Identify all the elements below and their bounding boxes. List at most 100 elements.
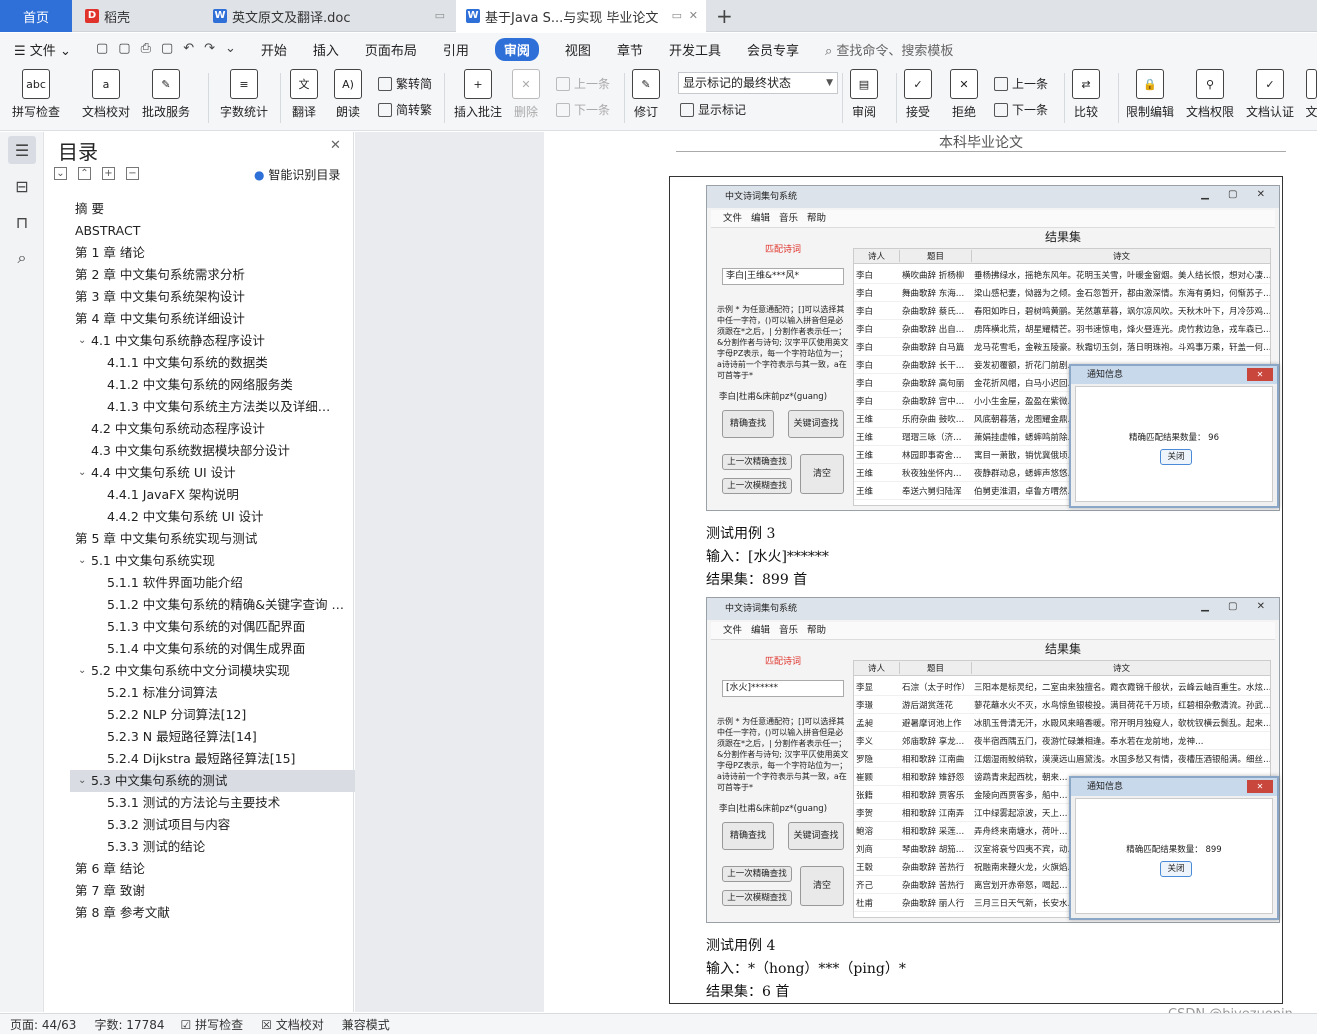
table-row[interactable]: 李义 郊庙歌辞 享龙… 夜半宿西隅五门，夜游忙碌兼相逢。奉水若在龙前地，龙神…: [854, 732, 1270, 750]
toc-icon[interactable]: ☰: [8, 136, 36, 164]
translate-button[interactable]: 文翻译: [290, 69, 318, 120]
doc-cert-button[interactable]: ✓ 文档认证: [1246, 69, 1294, 120]
outline-icon[interactable]: ⊟: [8, 172, 36, 200]
table-row[interactable]: 李白 杂曲歌辞 白马篇 龙马花雪毛，金鞍五陵豪。秋霜切玉剑，落日明珠袍。斗鸡事万乘，…: [854, 338, 1270, 356]
table-row[interactable]: 李显 石淙（太子时作） 三阳本是标灵纪，二室由来独擅名。霞衣霞锦千般状，云峰云岫百重…: [854, 678, 1270, 696]
clear-button[interactable]: 清空: [800, 866, 844, 906]
menu-layout[interactable]: 页面布局: [365, 40, 417, 59]
new-tab-icon[interactable]: +: [716, 4, 733, 28]
next-change-button[interactable]: 下一条: [994, 101, 1048, 118]
toc-item[interactable]: ⌄第 4 章 中文集句系统详细设计: [70, 308, 366, 330]
toc-item[interactable]: ›第 1 章 绪论: [70, 242, 366, 264]
toc-item[interactable]: ›第 3 章 中文集句系统架构设计: [70, 286, 366, 308]
prev-fuzzy-button[interactable]: 上一次模糊查找: [722, 890, 792, 906]
dialog-close-button[interactable]: 关闭: [1160, 449, 1192, 465]
insert-comment-button[interactable]: + 插入批注: [454, 69, 502, 120]
keyword-search-button[interactable]: 关键词查找: [788, 410, 844, 438]
toc-item[interactable]: ⌄ 5.1 中文集句系统实现: [70, 550, 366, 572]
chevron-down-icon[interactable]: ⌄: [78, 660, 86, 682]
exact-search-button[interactable]: 精确查找: [722, 410, 774, 438]
toc-item[interactable]: 5.1.4 中文集句系统的对偶生成界面: [70, 638, 366, 660]
toc-item[interactable]: ›第 2 章 中文集句系统需求分析: [70, 264, 366, 286]
quick-access-icons[interactable]: ▢▢⎙▢↶↷⌄: [96, 41, 246, 56]
menu-member[interactable]: 会员专享: [747, 40, 799, 59]
search-icon[interactable]: ⌕: [8, 244, 36, 272]
menu-insert[interactable]: 插入: [313, 40, 339, 59]
review-pane-button[interactable]: ▤ 审阅: [850, 69, 878, 120]
column-header[interactable]: 诗人: [854, 250, 900, 262]
table-row[interactable]: 李白 杂曲歌辞 出自… 虏阵横北荒，胡星耀精芒。羽书速惊电，烽火昼连光。虎竹救边急，…: [854, 320, 1270, 338]
toc-item[interactable]: 5.1.3 中文集句系统的对偶匹配界面: [70, 616, 366, 638]
toc-item[interactable]: ⌄ 5.2 中文集句系统中文分词模块实现: [70, 660, 366, 682]
file-menu[interactable]: ☰ 文件 ⌄: [14, 40, 71, 59]
status-spell-check[interactable]: ☑ 拼写检查: [181, 1016, 244, 1033]
query-input[interactable]: 李白|王维&***风*: [722, 268, 844, 285]
restrict-edit-button[interactable]: 🔒 限制编辑: [1126, 69, 1174, 120]
toc-item[interactable]: 5.2.4 Dijkstra 最短路径算法[15]: [70, 748, 366, 770]
toc-item[interactable]: ⌄ 4.1 中文集句系统静态程序设计: [70, 330, 366, 352]
toc-item[interactable]: 4.1.2 中文集句系统的网络服务类: [70, 374, 366, 396]
prev-exact-button[interactable]: 上一次精确查找: [722, 866, 792, 882]
command-search[interactable]: ⌕ 查找命令、搜索模板: [825, 40, 953, 59]
close-icon[interactable]: ✕: [330, 138, 341, 153]
keyword-search-button[interactable]: 关键词查找: [788, 822, 844, 850]
next-comment-button[interactable]: 下一条: [556, 101, 610, 118]
ribbon-overflow[interactable]: 文: [1306, 69, 1317, 120]
toc-item[interactable]: 5.3.3 测试的结论: [70, 836, 366, 858]
toc-item[interactable]: ⌄ 5.3 中文集句系统的测试: [70, 770, 366, 792]
expand-icon[interactable]: +: [102, 167, 115, 180]
toc-item[interactable]: 4.3 中文集句系统数据模块部分设计: [70, 440, 366, 462]
toc-item[interactable]: 5.1.2 中文集句系统的精确&关键字查询 …: [70, 594, 366, 616]
chevron-down-icon[interactable]: ⌄: [78, 462, 86, 484]
toc-item[interactable]: 4.4.2 中文集句系统 UI 设计: [70, 506, 366, 528]
table-row[interactable]: 孟昶 避暑摩诃池上作 冰肌玉骨清无汗，水殿风来暗香暖。帘开明月独窥人，欹枕钗横云鬓乱…: [854, 714, 1270, 732]
simp-to-trad-button[interactable]: 简转繁: [378, 101, 432, 118]
annotation-service-button[interactable]: ✎ 批改服务: [142, 69, 190, 120]
menu-review[interactable]: 审阅: [494, 37, 539, 61]
collapse-all-icon[interactable]: ⌄: [54, 167, 67, 180]
table-row[interactable]: 李白 横吹曲辞 折杨柳 垂杨拂绿水，摇艳东风年。花明玉关雪，叶暖金窗烟。美人结长恨，…: [854, 266, 1270, 284]
toc-item[interactable]: 第 8 章 参考文献: [70, 902, 366, 924]
expand-up-icon[interactable]: ⌃: [78, 167, 91, 180]
column-header[interactable]: 题目: [900, 662, 972, 674]
menu-reference[interactable]: 引用: [443, 40, 469, 59]
prev-comment-button[interactable]: 上一条: [556, 75, 610, 92]
doc-proof-button[interactable]: a 文档校对: [82, 69, 130, 120]
menu-section[interactable]: 章节: [617, 40, 643, 59]
clear-button[interactable]: 清空: [800, 454, 844, 494]
menu-devtools[interactable]: 开发工具: [669, 40, 721, 59]
tab-thesis[interactable]: W 基于Java S...与实现 毕业论文 ▭ ✕: [456, 0, 706, 32]
tab-docer[interactable]: D 稻壳: [75, 0, 200, 32]
delete-comment-button[interactable]: ✕ 删除: [512, 69, 540, 120]
collapse-icon[interactable]: −: [126, 167, 139, 180]
column-header[interactable]: 诗文: [972, 662, 1270, 674]
toc-item[interactable]: 5.2.3 N 最短路径算法[14]: [70, 726, 366, 748]
compare-button[interactable]: ⇄ 比较: [1072, 69, 1100, 120]
close-icon[interactable]: ✕: [689, 9, 698, 22]
doc-permission-button[interactable]: ⚲ 文档权限: [1186, 69, 1234, 120]
toc-item[interactable]: 4.2 中文集句系统动态程序设计: [70, 418, 366, 440]
word-count-button[interactable]: ≡ 字数统计: [220, 69, 268, 120]
reject-button[interactable]: ✕ 拒绝: [950, 69, 978, 120]
toc-item[interactable]: 5.2.1 标准分词算法: [70, 682, 366, 704]
toc-item[interactable]: 5.2.2 NLP 分词算法[12]: [70, 704, 366, 726]
prev-fuzzy-button[interactable]: 上一次模糊查找: [722, 478, 792, 494]
chevron-down-icon[interactable]: ⌄: [78, 330, 86, 352]
window-controls-icon[interactable]: ▁ ▢ ✕: [1201, 601, 1273, 612]
table-row[interactable]: 罗隐 相和歌辞 江南曲 江烟湿雨鲛绡软，漠漠远山眉黛浅。水国多愁又有情，夜槽压酒银船…: [854, 750, 1270, 768]
toc-item[interactable]: 5.3.1 测试的方法论与主要技术: [70, 792, 366, 814]
chevron-down-icon[interactable]: ⌄: [78, 770, 86, 792]
table-row[interactable]: 李璟 游后湖赏莲花 蓼花蘸水火不灭，水鸟惊鱼银梭投。满目荷花千万顷，红碧相杂敷清流。…: [854, 696, 1270, 714]
smart-toc-button[interactable]: ● 智能识别目录: [254, 166, 340, 183]
bookmark-icon[interactable]: ⊓: [8, 208, 36, 236]
accept-button[interactable]: ✓ 接受: [904, 69, 932, 120]
trad-to-simp-button[interactable]: 繁转简: [378, 75, 432, 92]
table-row[interactable]: 李白 杂曲歌辞 蔡氏… 春阳如昨日，碧树鸣黄鹂。芜然蕙草暮，飒尔凉风吹。天秋木叶下，…: [854, 302, 1270, 320]
markup-state-select[interactable]: 显示标记的最终状态 ▼: [678, 72, 838, 94]
toc-item[interactable]: ⌄第 5 章 中文集句系统实现与测试: [70, 528, 366, 550]
toc-item[interactable]: 第 7 章 致谢: [70, 880, 366, 902]
dialog-close-button[interactable]: 关闭: [1160, 861, 1192, 877]
show-markup-button[interactable]: 显示标记: [680, 101, 746, 118]
track-changes-button[interactable]: ✎ 修订: [632, 69, 660, 120]
table-row[interactable]: 李白 舞曲歌辞 东海… 梁山感杞妻，恸器为之倾。金石忽暂开，都由激深情。东海有勇妇，…: [854, 284, 1270, 302]
